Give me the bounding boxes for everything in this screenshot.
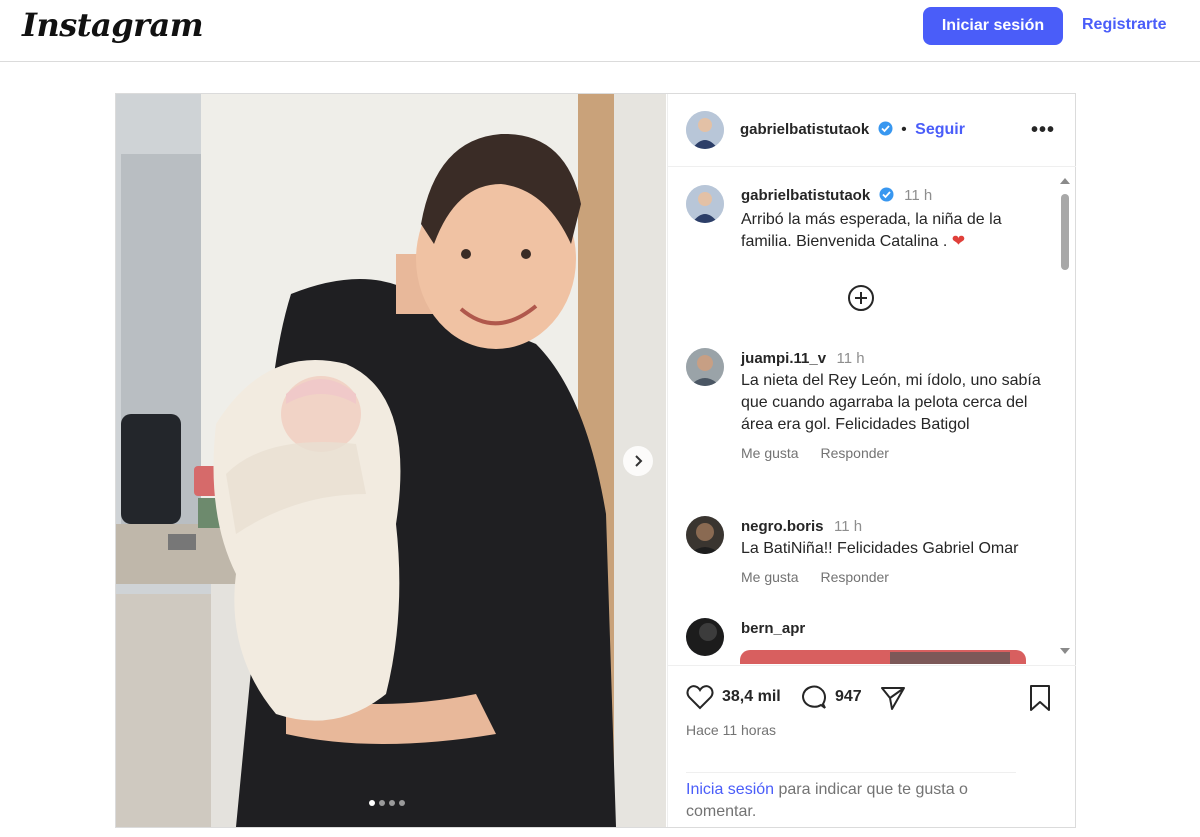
verified-badge-icon bbox=[879, 187, 894, 209]
login-prompt: Inicia sesión para indicar que te gusta … bbox=[686, 772, 1016, 823]
carousel-dot-active bbox=[369, 800, 375, 806]
comment-text: La nieta del Rey León, mi ídolo, uno sab… bbox=[741, 372, 1041, 433]
comment-username[interactable]: negro.boris bbox=[741, 518, 824, 535]
comment-meta: negro.boris 11 h bbox=[741, 516, 1041, 538]
photo-illustration bbox=[116, 94, 666, 827]
comment-actions: Me gusta Responder bbox=[741, 566, 1041, 588]
share-send-icon[interactable] bbox=[879, 684, 907, 712]
commenter-avatar[interactable] bbox=[686, 516, 724, 554]
comment-body: negro.boris 11 h La BatiNiña!! Felicidad… bbox=[741, 516, 1041, 588]
carousel-dot bbox=[379, 800, 385, 806]
load-more-comments-button[interactable] bbox=[846, 283, 876, 313]
comment-icon[interactable] bbox=[801, 684, 827, 710]
save-action bbox=[1028, 684, 1052, 712]
heart-emoji: ❤ bbox=[951, 233, 966, 250]
bookmark-icon[interactable] bbox=[1028, 684, 1052, 712]
more-options-icon[interactable]: ••• bbox=[1031, 119, 1055, 142]
author-username[interactable]: gabrielbatistutaok bbox=[740, 121, 869, 138]
comment-meta: juampi.11_v 11 h bbox=[741, 348, 1041, 370]
comment-username[interactable]: bern_apr bbox=[741, 620, 805, 637]
likes-count[interactable]: 38,4 mil bbox=[722, 688, 781, 706]
caption-username[interactable]: gabrielbatistutaok bbox=[741, 187, 870, 204]
post-actions-footer: 38,4 mil 947 Hace 11 horas Inicia sesión… bbox=[668, 665, 1076, 827]
comment-time: 11 h bbox=[836, 350, 865, 367]
avatar-image bbox=[686, 111, 724, 149]
comment-like-button[interactable]: Me gusta bbox=[741, 445, 799, 461]
caption-time: 11 h bbox=[904, 187, 933, 204]
post-card: gabrielbatistutaok • Seguir ••• gabrielb… bbox=[115, 93, 1076, 828]
comment-text: La BatiNiña!! Felicidades Gabriel Omar bbox=[741, 540, 1019, 557]
login-button[interactable]: Iniciar sesión bbox=[923, 7, 1063, 45]
avatar-image bbox=[686, 516, 724, 554]
action-bar: 38,4 mil 947 bbox=[686, 684, 1058, 714]
caption-avatar[interactable] bbox=[686, 185, 724, 223]
comment-actions: Me gusta Responder bbox=[741, 442, 1041, 464]
share-action bbox=[879, 684, 907, 712]
carousel-indicator bbox=[369, 800, 405, 806]
comment-time: 11 h bbox=[833, 518, 863, 535]
author-avatar[interactable] bbox=[686, 111, 724, 149]
carousel-dot bbox=[389, 800, 395, 806]
scroll-thumb[interactable] bbox=[1061, 194, 1069, 270]
verified-badge-icon bbox=[878, 121, 893, 141]
next-image-button[interactable] bbox=[623, 446, 653, 476]
comments-list[interactable]: gabrielbatistutaok 11 h Arribó la más es… bbox=[668, 168, 1076, 664]
heart-icon[interactable] bbox=[686, 684, 714, 710]
like-action: 38,4 mil bbox=[686, 684, 781, 710]
commenter-avatar[interactable] bbox=[686, 618, 724, 656]
comment-reply-button[interactable]: Responder bbox=[820, 445, 889, 461]
comment-like-button[interactable]: Me gusta bbox=[741, 569, 799, 585]
comment-reply-button[interactable]: Responder bbox=[820, 569, 889, 585]
comment-username[interactable]: juampi.11_v bbox=[741, 350, 826, 367]
plus-circle-icon bbox=[848, 285, 874, 311]
caption-meta: gabrielbatistutaok 11 h bbox=[741, 185, 1041, 209]
signup-link[interactable]: Registrarte bbox=[1082, 16, 1166, 34]
post-header: gabrielbatistutaok • Seguir ••• bbox=[668, 94, 1076, 167]
avatar-image bbox=[686, 185, 724, 223]
caption-body: gabrielbatistutaok 11 h Arribó la más es… bbox=[741, 185, 1041, 253]
avatar-image bbox=[686, 618, 724, 656]
scroll-down-arrow-icon[interactable] bbox=[1060, 648, 1070, 654]
follow-separator: • bbox=[901, 121, 907, 138]
comments-scrollbar[interactable] bbox=[1058, 176, 1072, 656]
post-side-panel: gabrielbatistutaok • Seguir ••• gabrielb… bbox=[667, 94, 1076, 827]
post-photo[interactable] bbox=[116, 94, 666, 827]
commenter-avatar[interactable] bbox=[686, 348, 724, 386]
follow-button[interactable]: Seguir bbox=[915, 121, 965, 138]
carousel-dot bbox=[399, 800, 405, 806]
comment-action: 947 bbox=[801, 684, 862, 710]
comment-image-preview bbox=[740, 650, 1026, 664]
login-prompt-text: Inicia sesión para indicar que te gusta … bbox=[686, 779, 1016, 823]
post-time-ago: Hace 11 horas bbox=[686, 722, 777, 738]
chevron-right-icon bbox=[635, 455, 643, 467]
top-navigation-bar: Instagram Iniciar sesión Registrarte bbox=[0, 0, 1200, 62]
avatar-image bbox=[686, 348, 724, 386]
comment-body: bern_apr bbox=[741, 618, 1041, 640]
header-author-line: gabrielbatistutaok • Seguir bbox=[740, 121, 965, 141]
comments-count: 947 bbox=[835, 688, 862, 705]
comment-body: juampi.11_v 11 h La nieta del Rey León, … bbox=[741, 348, 1041, 464]
caption-text-wrapper: Arribó la más esperada, la niña de la fa… bbox=[741, 209, 1041, 253]
login-link[interactable]: Inicia sesión bbox=[686, 781, 774, 798]
instagram-logo[interactable]: Instagram bbox=[22, 6, 204, 44]
scroll-up-arrow-icon[interactable] bbox=[1060, 178, 1070, 184]
